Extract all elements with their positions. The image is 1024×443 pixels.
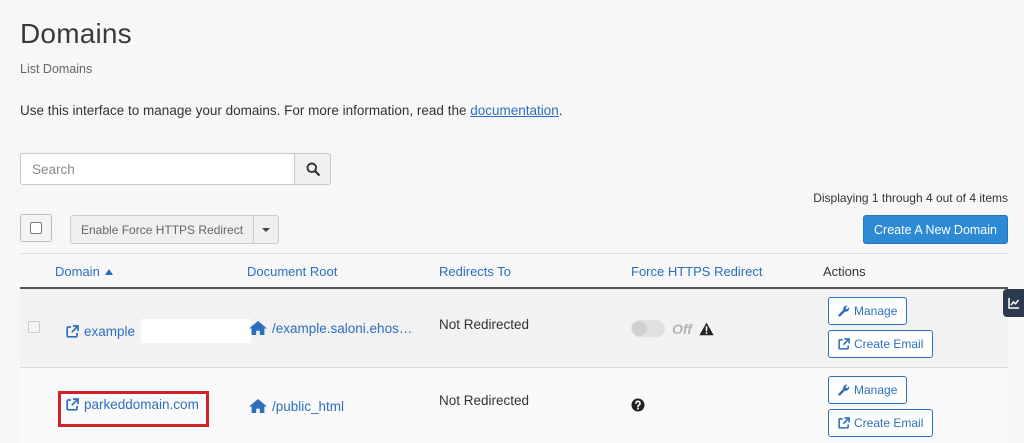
warning-icon[interactable]	[699, 322, 714, 336]
force-https-state: Off	[672, 320, 692, 337]
column-header-redirects-to[interactable]: Redirects To	[439, 264, 511, 279]
column-header-actions: Actions	[823, 264, 866, 279]
highlight-box	[58, 391, 209, 427]
create-email-button-label: Create Email	[854, 416, 924, 430]
redacted-area	[141, 319, 252, 343]
documentation-link[interactable]: documentation	[470, 103, 559, 118]
column-header-force-https[interactable]: Force HTTPS Redirect	[631, 264, 762, 279]
row-actions: Manage Create Email	[828, 297, 934, 358]
row-checkbox[interactable]	[28, 321, 40, 333]
column-header-domain-label: Domain	[55, 264, 100, 279]
table-row: example /example.saloni.ehos… Not Redire…	[20, 289, 1008, 368]
manage-button-label: Manage	[854, 304, 898, 318]
home-icon	[248, 320, 268, 336]
column-header-domain[interactable]: Domain	[55, 264, 113, 279]
search-icon	[306, 162, 320, 176]
manage-button[interactable]: Manage	[828, 376, 908, 404]
search-bar	[20, 153, 331, 185]
manage-button-label: Manage	[854, 383, 898, 397]
external-link-icon	[838, 417, 854, 429]
external-link-icon	[838, 338, 854, 350]
force-https-cell	[631, 398, 645, 412]
question-circle-icon[interactable]	[631, 398, 645, 412]
pagination-summary: Displaying 1 through 4 out of 4 items	[813, 191, 1008, 205]
redirect-status: Not Redirected	[439, 393, 530, 408]
caret-down-icon	[262, 227, 271, 232]
intro-text-body: Use this interface to manage your domain…	[20, 103, 471, 118]
select-all-checkbox[interactable]	[20, 214, 52, 242]
row-actions: Manage Create Email	[828, 376, 934, 437]
home-icon	[248, 398, 268, 414]
stats-side-tab[interactable]	[1003, 289, 1024, 317]
create-domain-button[interactable]: Create A New Domain	[863, 215, 1008, 244]
wrench-icon	[838, 305, 854, 317]
search-input[interactable]	[20, 153, 294, 185]
bulk-action-group: Enable Force HTTPS Redirect	[70, 215, 280, 244]
search-button[interactable]	[294, 153, 331, 185]
enable-force-https-button[interactable]: Enable Force HTTPS Redirect	[70, 215, 255, 244]
document-root-link[interactable]: /public_html	[248, 398, 344, 414]
force-https-toggle[interactable]	[631, 320, 665, 337]
domain-name: example	[84, 323, 136, 339]
chart-icon	[1007, 297, 1020, 309]
page-title: Domains	[20, 18, 132, 49]
force-https-cell: Off	[631, 320, 714, 337]
sort-caret-up-icon	[104, 269, 113, 275]
bulk-action-dropdown-toggle[interactable]	[254, 215, 280, 244]
external-link-icon	[66, 324, 79, 338]
intro-text-end: .	[558, 103, 563, 118]
toggle-knob	[632, 321, 647, 336]
checkbox-box	[30, 222, 42, 234]
column-header-document-root[interactable]: Document Root	[247, 264, 337, 279]
wrench-icon	[838, 384, 854, 396]
page-subtitle: List Domains	[20, 62, 93, 76]
manage-button[interactable]: Manage	[828, 297, 908, 325]
document-root-link[interactable]: /example.saloni.ehos…	[248, 320, 412, 336]
create-email-button[interactable]: Create Email	[828, 409, 934, 437]
domain-link[interactable]: example	[66, 319, 252, 343]
document-root-path: /public_html	[272, 398, 345, 414]
table-header: Domain Document Root Redirects To Force …	[20, 253, 1008, 289]
create-email-button[interactable]: Create Email	[828, 330, 934, 358]
checkbox-box	[28, 321, 40, 333]
redirect-status: Not Redirected	[439, 317, 530, 332]
intro-text: Use this interface to manage your domain…	[20, 103, 563, 118]
document-root-path: /example.saloni.ehos…	[272, 320, 413, 336]
create-email-button-label: Create Email	[854, 337, 924, 351]
